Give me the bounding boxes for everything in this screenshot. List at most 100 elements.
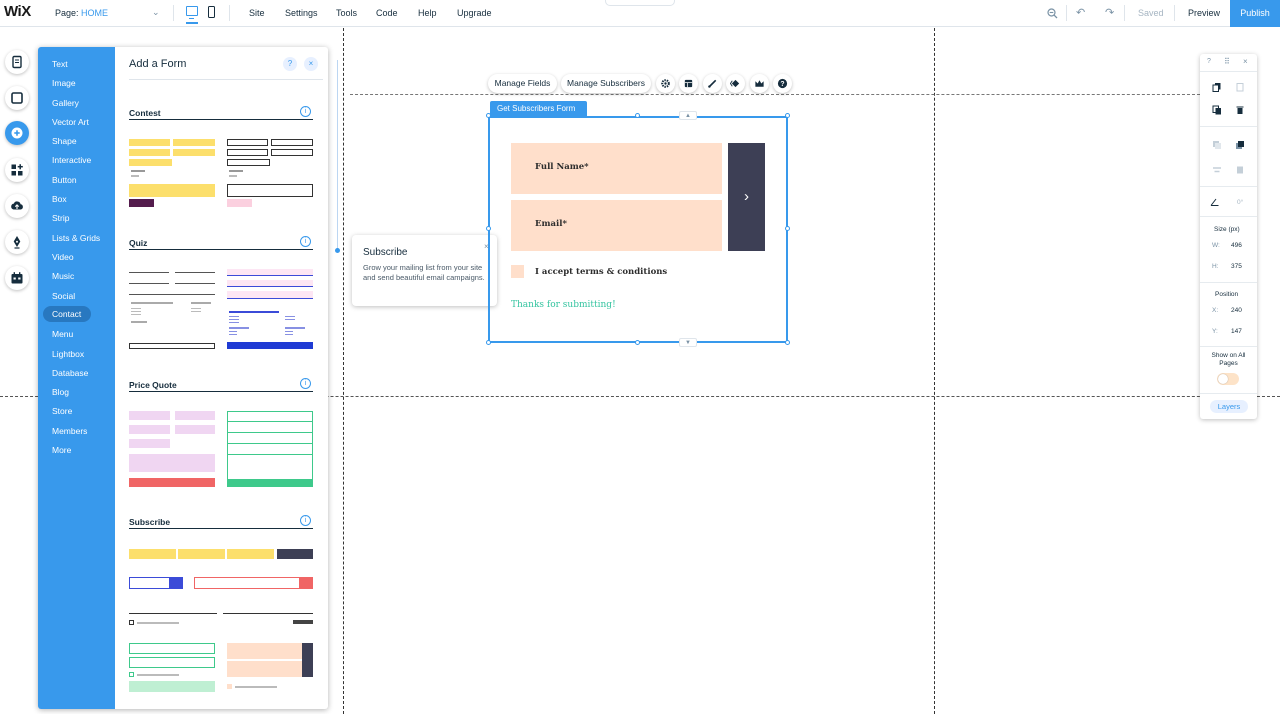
form-preset-quiz-1[interactable] <box>129 269 215 349</box>
info-icon[interactable]: i <box>300 515 311 526</box>
background-button[interactable] <box>5 86 29 110</box>
angle-value[interactable]: 0° <box>1237 199 1243 206</box>
category-shape[interactable]: Shape <box>52 136 77 146</box>
media-upload-button[interactable] <box>5 194 29 218</box>
category-button[interactable]: Button <box>52 175 77 185</box>
category-strip[interactable]: Strip <box>52 213 69 223</box>
preview-button[interactable]: Preview <box>1188 8 1220 18</box>
category-interactive[interactable]: Interactive <box>52 155 91 165</box>
category-members[interactable]: Members <box>52 426 87 436</box>
form-preset-quiz-2[interactable] <box>227 269 313 349</box>
email-field[interactable]: Email* <box>511 200 722 251</box>
resize-handle[interactable] <box>486 340 491 345</box>
form-preset-subscribe-1[interactable] <box>129 549 313 559</box>
category-contact[interactable]: Contact <box>43 306 91 322</box>
form-preset-subscribe-3[interactable] <box>194 577 313 589</box>
menu-upgrade[interactable]: Upgrade <box>457 8 492 18</box>
desktop-icon[interactable] <box>186 6 198 19</box>
category-lightbox[interactable]: Lightbox <box>52 349 84 359</box>
add-button[interactable] <box>5 121 29 145</box>
arrange-front-icon[interactable] <box>1235 140 1245 150</box>
category-more[interactable]: More <box>52 445 71 455</box>
category-video[interactable]: Video <box>52 252 74 262</box>
close-icon[interactable]: × <box>1243 57 1248 66</box>
info-icon[interactable]: i <box>300 106 311 117</box>
category-menu[interactable]: Menu <box>52 329 73 339</box>
resize-handle[interactable] <box>785 226 790 231</box>
resize-handle[interactable] <box>635 340 640 345</box>
info-icon[interactable]: i <box>300 378 311 389</box>
drag-handle-icon[interactable]: ⠿ <box>1224 57 1230 66</box>
resize-handle[interactable] <box>785 340 790 345</box>
mobile-icon[interactable] <box>208 6 215 18</box>
form-preset-price-quote-2[interactable] <box>227 411 313 487</box>
category-text[interactable]: Text <box>52 59 68 69</box>
form-preset-subscribe-6[interactable] <box>227 643 313 693</box>
menu-help[interactable]: Help <box>418 8 437 18</box>
blog-button[interactable] <box>5 230 29 254</box>
terms-checkbox[interactable] <box>511 265 524 278</box>
stretch-bottom-handle[interactable]: ▼ <box>679 338 697 347</box>
category-box[interactable]: Box <box>52 194 67 204</box>
menu-tools[interactable]: Tools <box>336 8 357 18</box>
category-store[interactable]: Store <box>52 406 72 416</box>
info-icon[interactable]: i <box>300 236 311 247</box>
zoom-out-icon[interactable] <box>1047 8 1058 19</box>
stretch-top-handle[interactable]: ▲ <box>679 111 697 120</box>
form-preset-contest-2[interactable] <box>227 139 313 207</box>
manage-subscribers-button[interactable]: Manage Subscribers <box>561 74 651 93</box>
width-input[interactable]: 496 <box>1231 242 1242 249</box>
form-preset-subscribe-5[interactable] <box>129 643 215 693</box>
publish-button[interactable]: Publish <box>1230 0 1280 27</box>
category-vector-art[interactable]: Vector Art <box>52 117 89 127</box>
copy-icon[interactable] <box>1212 82 1222 92</box>
form-preset-price-quote-1[interactable] <box>129 411 215 487</box>
trash-icon[interactable] <box>1235 105 1245 115</box>
app-market-button[interactable] <box>5 158 29 182</box>
menu-code[interactable]: Code <box>376 8 398 18</box>
settings-button[interactable] <box>656 74 675 93</box>
category-blog[interactable]: Blog <box>52 387 69 397</box>
bookings-button[interactable] <box>5 266 29 290</box>
duplicate-icon[interactable] <box>1212 105 1222 115</box>
resize-handle[interactable] <box>785 113 790 118</box>
menu-site[interactable]: Site <box>249 8 265 18</box>
pages-button[interactable] <box>5 50 29 74</box>
close-panel-button[interactable]: × <box>304 57 318 71</box>
layout-button[interactable] <box>679 74 698 93</box>
form-preset-contest-1[interactable] <box>129 139 215 207</box>
category-image[interactable]: Image <box>52 78 76 88</box>
wix-logo[interactable]: WiX <box>4 3 31 20</box>
form-preset-subscribe-4[interactable] <box>129 605 313 627</box>
manage-fields-button[interactable]: Manage Fields <box>488 74 557 93</box>
category-lists-grids[interactable]: Lists & Grids <box>52 233 100 243</box>
layers-button[interactable]: Layers <box>1210 400 1248 413</box>
full-name-field[interactable]: Full Name* <box>511 143 722 194</box>
collapse-toolbar-handle[interactable]: ⌃ <box>605 0 675 6</box>
help-button[interactable]: ? <box>773 74 792 93</box>
submit-button[interactable]: › <box>728 143 765 251</box>
y-input[interactable]: 147 <box>1231 328 1242 335</box>
x-input[interactable]: 240 <box>1231 307 1242 314</box>
help-button[interactable]: ? <box>1207 58 1211 65</box>
category-music[interactable]: Music <box>52 271 74 281</box>
form-name-tag[interactable]: Get Subscribers Form <box>490 101 587 116</box>
chevron-down-icon[interactable]: ⌄ <box>152 7 160 18</box>
menu-settings[interactable]: Settings <box>285 8 318 18</box>
category-social[interactable]: Social <box>52 291 75 301</box>
design-button[interactable] <box>703 74 722 93</box>
resize-handle[interactable] <box>486 226 491 231</box>
category-gallery[interactable]: Gallery <box>52 98 79 108</box>
page-selector[interactable]: Page: HOME <box>55 8 108 18</box>
help-button[interactable]: ? <box>283 57 297 71</box>
form-preset-subscribe-2[interactable] <box>129 577 183 589</box>
height-input[interactable]: 375 <box>1231 263 1242 270</box>
category-database[interactable]: Database <box>52 368 88 378</box>
animation-button[interactable] <box>726 74 745 93</box>
undo-icon[interactable]: ↶ <box>1076 6 1085 19</box>
show-on-all-pages-toggle[interactable] <box>1217 373 1239 385</box>
resize-handle[interactable] <box>486 113 491 118</box>
resize-handle[interactable] <box>635 113 640 118</box>
upgrade-button[interactable] <box>750 74 769 93</box>
redo-icon[interactable]: ↷ <box>1105 6 1114 19</box>
